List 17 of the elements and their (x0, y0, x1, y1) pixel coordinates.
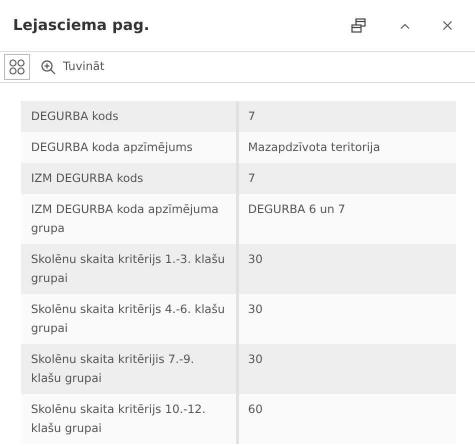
zoom-in-icon (41, 60, 56, 74)
value-cell-text: 30 (247, 351, 264, 368)
grid-icon (9, 59, 25, 75)
field-cell: Skolēnu skaita kritērijs 10.-12. klašu grupai (21, 394, 239, 444)
close-icon (442, 21, 452, 30)
actions-button[interactable] (4, 54, 30, 80)
chevron-up-icon (400, 22, 410, 28)
value-cell-text: DEGURBA 6 un 7 (247, 201, 346, 218)
window-title: Lejasciema pag. (13, 15, 150, 36)
value-cell-text: 30 (247, 301, 264, 318)
value-cell-text: 30 (247, 251, 264, 268)
value-cell-text: 7 (247, 108, 256, 125)
value-cell-text: 60 (247, 401, 264, 418)
value-cell-text: 7 (247, 170, 256, 187)
dock-icon (351, 18, 367, 34)
value-cell-text: Mazapdzīvota teritorija (247, 139, 382, 156)
zoom-button[interactable]: Tuvināt (41, 58, 104, 76)
